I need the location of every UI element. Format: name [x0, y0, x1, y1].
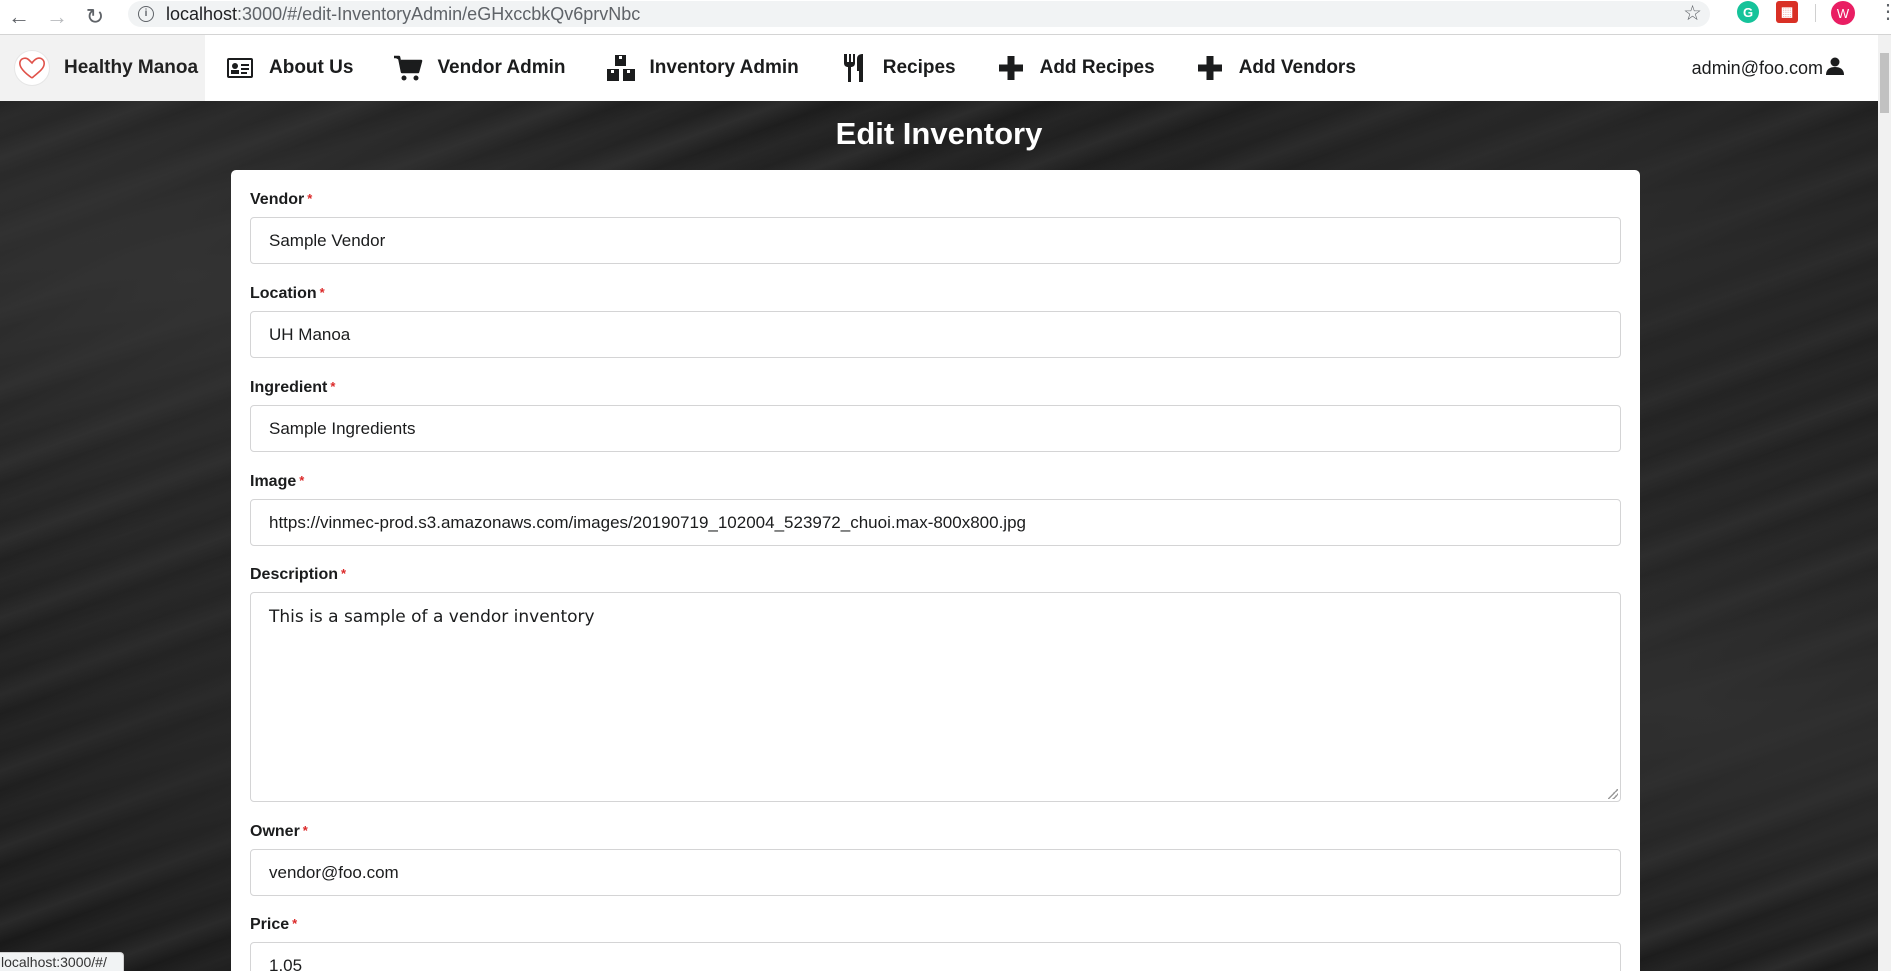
brand-link[interactable]: Healthy Manoa	[0, 35, 205, 101]
nav-about-us[interactable]: About Us	[205, 35, 373, 101]
boxes-icon	[606, 53, 636, 83]
required-marker: *	[292, 916, 298, 931]
url-host: localhost	[166, 3, 238, 24]
user-email: admin@foo.com	[1691, 57, 1823, 78]
info-icon[interactable]: i	[138, 6, 154, 22]
page-title: Edit Inventory	[835, 116, 1043, 151]
grammarly-extension-icon[interactable]: G	[1737, 1, 1759, 23]
required-marker: *	[299, 473, 305, 488]
forward-arrow-icon[interactable]: →	[38, 0, 76, 35]
edit-inventory-form: Vendor * Sample Vendor Location * UH Manoa…	[231, 170, 1640, 971]
required-marker: *	[341, 566, 347, 581]
required-marker: *	[302, 823, 308, 838]
required-marker: *	[319, 285, 325, 300]
image-field: Image * https://vinmec-prod.s3.amazonaws.…	[250, 473, 1621, 546]
extension-icon[interactable]: ▦	[1776, 1, 1798, 23]
vendor-field: Vendor * Sample Vendor	[250, 191, 1621, 264]
browser-toolbar: ← → ↻ i localhost:3000/#/edit-InventoryA…	[0, 0, 1891, 35]
nav-label: Inventory Admin	[649, 57, 799, 78]
nav-add-recipes[interactable]: Add Recipes	[976, 35, 1175, 101]
heart-logo-icon	[14, 50, 50, 86]
description-textarea[interactable]: This is a sample of a vendor inventory	[250, 592, 1621, 802]
image-label: Image *	[250, 473, 1621, 491]
cart-icon	[393, 53, 423, 83]
page-scrollbar[interactable]	[1878, 35, 1891, 971]
owner-input[interactable]: vendor@foo.com	[250, 849, 1621, 896]
location-label: Location *	[250, 285, 1621, 303]
vendor-label-text: Vendor	[250, 191, 305, 208]
nav-vendor-admin[interactable]: Vendor Admin	[373, 35, 585, 101]
url-text[interactable]: localhost:3000/#/edit-InventoryAdmin/eGH…	[166, 4, 640, 25]
required-marker: *	[330, 379, 336, 394]
nav-add-vendors[interactable]: Add Vendors	[1175, 35, 1376, 101]
toolbar-divider	[1815, 4, 1816, 22]
ingredient-field: Ingredient * Sample Ingredients	[250, 379, 1621, 452]
price-field: Price * 1.05	[250, 916, 1621, 971]
address-bar[interactable]: i localhost:3000/#/edit-InventoryAdmin/e…	[128, 1, 1710, 27]
image-url-input[interactable]: https://vinmec-prod.s3.amazonaws.com/ima…	[250, 499, 1621, 546]
description-field: Description * This is a sample of a vendo…	[250, 566, 1621, 802]
ingredient-label: Ingredient *	[250, 379, 1621, 397]
price-label-text: Price	[250, 916, 290, 933]
brand-name: Healthy Manoa	[64, 57, 199, 78]
plus-icon	[1195, 53, 1225, 83]
vendor-label: Vendor *	[250, 191, 1621, 209]
nav-recipes[interactable]: Recipes	[819, 35, 976, 101]
ingredient-label-text: Ingredient	[250, 379, 328, 396]
user-icon	[1826, 57, 1844, 80]
user-menu[interactable]: admin@foo.com	[1692, 35, 1844, 101]
description-label: Description *	[250, 566, 1621, 584]
browser-menu-icon[interactable]: ⋮	[1878, 0, 1891, 24]
vendor-input[interactable]: Sample Vendor	[250, 217, 1621, 264]
url-path: :3000/#/edit-InventoryAdmin/eGHxccbkQv6p…	[237, 3, 641, 24]
scrollbar-thumb[interactable]	[1880, 53, 1889, 113]
link-status-tooltip: localhost:3000/#/	[0, 952, 124, 971]
nav-label: Add Recipes	[1039, 57, 1155, 78]
location-input[interactable]: UH Manoa	[250, 311, 1621, 358]
required-marker: *	[307, 191, 313, 206]
nav-label: Recipes	[882, 57, 956, 78]
nav-label: Vendor Admin	[437, 57, 566, 78]
location-label-text: Location	[250, 285, 317, 302]
profile-avatar[interactable]: W	[1831, 1, 1855, 25]
location-field: Location * UH Manoa	[250, 285, 1621, 358]
image-label-text: Image	[250, 473, 297, 490]
price-label: Price *	[250, 916, 1621, 934]
owner-label: Owner *	[250, 823, 1621, 841]
back-arrow-icon[interactable]: ←	[0, 0, 38, 35]
nav-label: Add Vendors	[1238, 57, 1356, 78]
nav-inventory-admin[interactable]: Inventory Admin	[586, 35, 819, 101]
owner-label-text: Owner	[250, 823, 300, 840]
resize-handle-icon[interactable]	[1608, 789, 1618, 799]
app-navbar: Healthy Manoa About Us Vendor Admin Inve…	[0, 35, 1878, 101]
reload-icon[interactable]: ↻	[76, 0, 114, 35]
id-card-icon	[225, 53, 255, 83]
description-label-text: Description	[250, 566, 339, 583]
ingredient-input[interactable]: Sample Ingredients	[250, 405, 1621, 452]
nav-label: About Us	[269, 57, 354, 78]
description-text: This is a sample of a vendor inventory	[269, 607, 595, 627]
plus-icon	[996, 53, 1026, 83]
price-input[interactable]: 1.05	[250, 942, 1621, 971]
bookmark-star-icon[interactable]: ☆	[1683, 1, 1702, 27]
owner-field: Owner * vendor@foo.com	[250, 823, 1621, 896]
utensils-icon	[839, 53, 869, 83]
